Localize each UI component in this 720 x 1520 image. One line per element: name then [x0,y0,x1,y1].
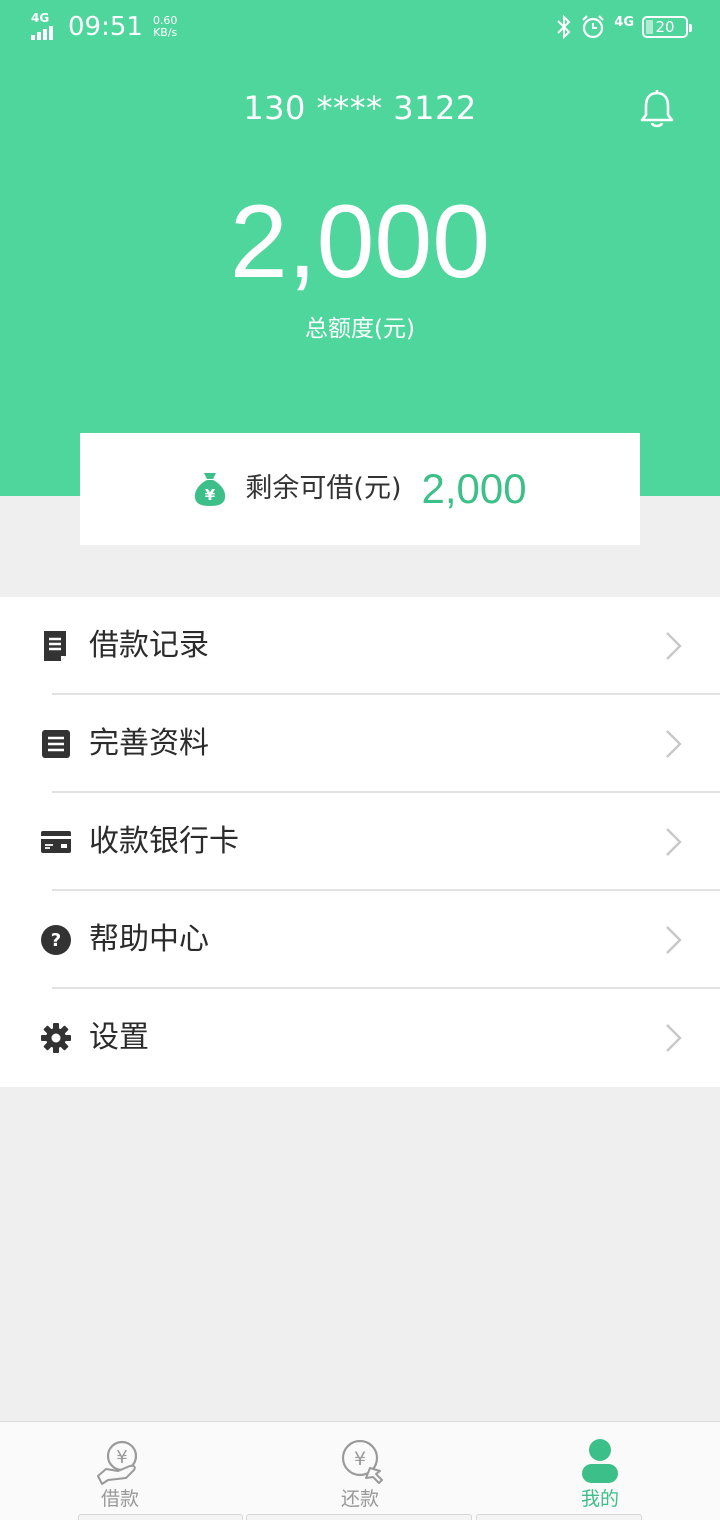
document-icon [44,631,66,661]
gear-icon [41,1023,71,1053]
credit-label: 总额度(元) [305,316,415,342]
mobile-network: 4G [614,15,634,30]
menu-item-label: 完善资料 [89,726,209,761]
available-label: 剩余可借(元) [245,473,402,504]
svg-text:?: ? [51,930,61,951]
tab-label: 借款 [100,1488,139,1510]
tab-borrow[interactable]: ¥ 借款 [40,1422,200,1520]
network-speed: 0.60 KB/s [153,15,178,39]
status-bar: 4G 09:51 0.60 KB/s 4G 20 [0,0,720,58]
chevron-right-icon [666,1024,682,1052]
svg-text:¥: ¥ [354,1448,366,1470]
list-icon [42,730,70,758]
header: 4G 09:51 0.60 KB/s 4G 20 130 **** 3122 2… [0,0,720,496]
available-value: 2,000 [421,465,527,512]
bank-card-icon [41,831,71,853]
tab-repay[interactable]: ¥ 还款 [280,1422,440,1520]
menu-item-label: 设置 [89,1020,149,1055]
status-time: 09:51 [68,12,143,42]
chevron-right-icon [666,828,682,856]
tab-label: 还款 [340,1488,379,1510]
bottom-tab-bar: ¥ 借款 ¥ 还款 我的 [0,1421,720,1520]
svg-text:¥: ¥ [116,1447,127,1468]
repay-icon: ¥ [341,1439,383,1484]
chevron-right-icon [666,730,682,758]
credit-total: 2,000 [229,184,491,300]
bluetooth-icon [557,14,571,40]
screen: 4G 09:51 0.60 KB/s 4G 20 130 **** 3122 2… [0,0,720,1520]
phone-number: 130 **** 3122 [243,89,477,127]
tab-profile[interactable]: 我的 [520,1422,680,1520]
help-icon: ? [41,925,71,955]
menu-item-label: 借款记录 [89,628,209,663]
chevron-right-icon [666,926,682,954]
menu-item-complete-profile[interactable]: 完善资料 [0,695,720,793]
money-bag-icon: ¥ [195,473,226,506]
tab-label: 我的 [580,1488,619,1510]
network-tag: 4G [31,11,50,25]
menu-item-help-center[interactable]: ? 帮助中心 [0,891,720,989]
menu-item-label: 收款银行卡 [89,824,239,859]
svg-text:¥: ¥ [205,486,216,504]
alarm-icon [582,15,605,39]
chevron-right-icon [666,632,682,660]
signal-icon: 4G [30,12,62,42]
menu-item-bank-card[interactable]: 收款银行卡 [0,793,720,891]
speed-unit: KB/s [153,26,178,39]
borrow-icon: ¥ [97,1440,138,1485]
menu-item-loan-records[interactable]: 借款记录 [0,597,720,695]
profile-icon [582,1439,618,1483]
menu-item-label: 帮助中心 [89,922,209,957]
menu-list: 借款记录 完善资料 收款银行卡 ? 帮助中心 设置 [0,597,720,1087]
battery-level: 20 [655,18,675,36]
tab-indicator-strip [78,1514,642,1520]
menu-item-settings[interactable]: 设置 [0,989,720,1087]
battery-icon: 20 [642,16,692,38]
available-card[interactable]: ¥ 剩余可借(元) 2,000 [80,433,640,545]
bell-icon[interactable] [636,88,678,130]
